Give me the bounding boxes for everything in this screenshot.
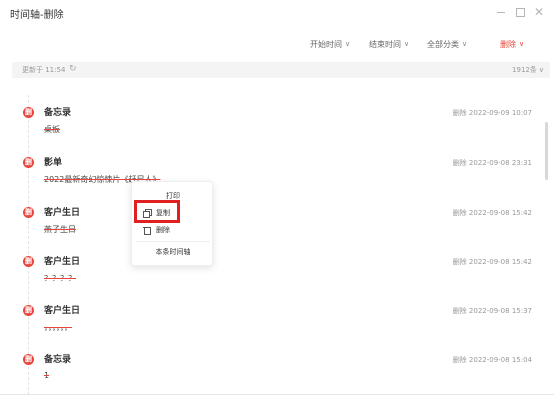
timeline-entry[interactable]: 删 备忘录 删除 2022-09-08 15:04 1 (0, 351, 554, 391)
window-title: 时间轴-删除 (10, 10, 64, 21)
entry-content: 桌板 (44, 125, 60, 134)
menu-divider (136, 241, 210, 242)
entry-title: 客户生日 (44, 257, 81, 267)
chevron-down-icon: ∨ (404, 40, 410, 48)
delete-badge-icon: 删 (23, 207, 34, 218)
menu-item-view-timeline[interactable]: 本条时间轴 (132, 247, 214, 257)
entry-title: 备忘录 (44, 108, 72, 118)
timeline-entry[interactable]: 删 客户生日 删除 2022-09-08 15:37 ，，，，，， (0, 302, 554, 342)
minimize-icon[interactable] (494, 5, 508, 19)
refresh-icon[interactable]: ↻ (69, 64, 77, 74)
title-bar: 时间轴-删除 ✕ (0, 0, 554, 26)
entry-title: 客户生日 (44, 306, 81, 316)
entry-time: 删除 2022-09-08 15:37 (452, 307, 532, 315)
entry-time: 删除 2022-09-08 15:42 (452, 258, 532, 266)
timeline-entry[interactable]: 删 客户生日 删除 2022-09-08 15:42 燕子生日 (0, 204, 554, 244)
entry-content: ？？？？ (44, 274, 76, 283)
chevron-down-icon: ∨ (519, 40, 525, 48)
deleted-filter[interactable]: 删除 ∨ (500, 38, 524, 52)
entry-time: 删除 2022-09-08 15:04 (452, 356, 532, 364)
timeline-entry[interactable]: 删 影单 删除 2022-09-08 23:31 2022最新奇幻惊悚片《赶尸人… (0, 154, 554, 194)
context-menu: 打印 复制 删除 本条时间轴 (131, 181, 213, 266)
chevron-down-icon: ∨ (462, 40, 468, 48)
entry-title: 影单 (44, 158, 63, 168)
entry-title: 客户生日 (44, 208, 81, 218)
timeline-entry[interactable]: 删 客户生日 删除 2022-09-08 15:42 ？？？？ (0, 253, 554, 293)
start-time-label: 开始时间 (310, 40, 342, 49)
menu-item-delete[interactable]: 删除 (132, 225, 214, 235)
delete-badge-icon: 删 (23, 107, 34, 118)
bottom-border (0, 394, 554, 395)
timeline-entry[interactable]: 删 备忘录 删除 2022-09-09 10:07 桌板 (0, 104, 554, 144)
entry-time: 删除 2022-09-08 15:42 (452, 209, 532, 217)
close-icon[interactable]: ✕ (532, 5, 546, 19)
entry-count-label: 1912条 (512, 66, 537, 74)
chevron-down-icon: ∨ (538, 66, 544, 74)
end-time-filter[interactable]: 结束时间 ∨ (369, 38, 409, 52)
start-time-filter[interactable]: 开始时间 ∨ (310, 38, 350, 52)
entry-count[interactable]: 1912条 ∨ (512, 65, 544, 75)
delete-badge-icon: 删 (23, 256, 34, 267)
maximize-icon[interactable] (513, 5, 527, 19)
chevron-down-icon: ∨ (345, 40, 351, 48)
entry-content: 1 (44, 371, 50, 380)
entry-content: ，，，，，， (44, 323, 72, 332)
entry-title: 备忘录 (44, 355, 72, 365)
delete-badge-icon: 删 (23, 305, 34, 316)
category-filter[interactable]: 全部分类 ∨ (427, 38, 467, 52)
updated-time: 更新于 11:54 (22, 66, 66, 74)
trash-icon (143, 226, 151, 235)
delete-badge-icon: 删 (23, 354, 34, 365)
end-time-label: 结束时间 (369, 40, 401, 49)
category-label: 全部分类 (427, 40, 459, 49)
entry-time: 删除 2022-09-08 23:31 (452, 159, 532, 167)
entry-content: 燕子生日 (44, 225, 76, 234)
entry-time: 删除 2022-09-09 10:07 (452, 109, 532, 117)
deleted-label: 删除 (500, 40, 516, 49)
copy-highlight-box (134, 200, 180, 223)
delete-badge-icon: 删 (23, 157, 34, 168)
menu-item-delete-label: 删除 (156, 226, 170, 234)
status-bar: 更新于 11:54 ↻ 1912条 ∨ (12, 62, 550, 78)
